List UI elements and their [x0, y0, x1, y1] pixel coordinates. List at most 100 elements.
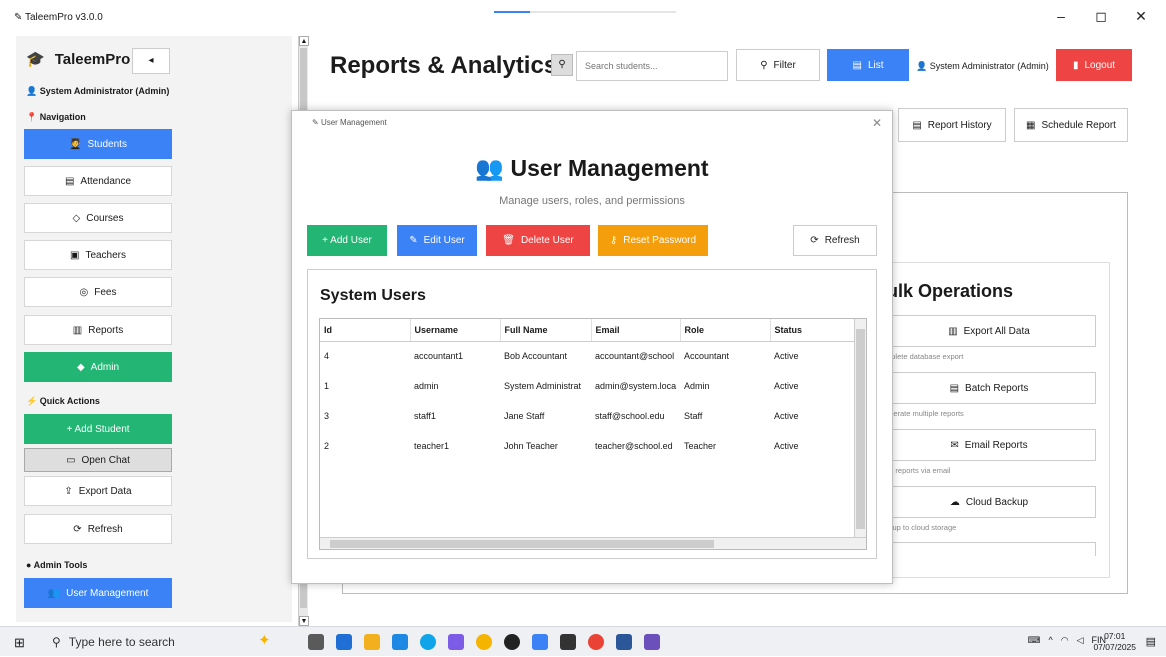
- maximize-button[interactable]: ◻: [1094, 8, 1108, 25]
- windows-start-icon[interactable]: ⊞: [14, 635, 25, 651]
- column-header[interactable]: Full Name: [500, 319, 592, 342]
- list-button[interactable]: ▤ List: [827, 49, 909, 81]
- email-reports-button[interactable]: ✉ Email Reports: [882, 429, 1096, 461]
- edit-user-button[interactable]: ✎ Edit User: [397, 225, 477, 256]
- schedule-report-button[interactable]: ▦ Schedule Report: [1014, 108, 1128, 142]
- users-icon: 👥: [475, 155, 505, 181]
- sidebar-item-teachers[interactable]: ▣ Teachers: [24, 240, 172, 270]
- notifications-icon[interactable]: ▤: [1146, 635, 1156, 648]
- refresh-button[interactable]: ⟳ Refresh: [24, 514, 172, 544]
- filter-button[interactable]: ⚲ Filter: [736, 49, 820, 81]
- pencil-icon: ✎: [409, 235, 418, 246]
- bulk-desc: enerate multiple reports: [885, 409, 964, 418]
- scrollbar-thumb[interactable]: [330, 540, 714, 548]
- batch-reports-button[interactable]: ▤ Batch Reports: [882, 372, 1096, 404]
- sidebar-item-courses[interactable]: ◇ Courses: [24, 203, 172, 233]
- loading-bar: [494, 11, 676, 13]
- word-icon[interactable]: [616, 634, 632, 650]
- scroll-down-arrow[interactable]: ▼: [299, 616, 309, 626]
- column-header[interactable]: Username: [410, 319, 501, 342]
- sidebar-item-reports[interactable]: ▥ Reports: [24, 315, 172, 345]
- clock[interactable]: 07:01 07/07/2025: [1093, 631, 1136, 653]
- vscode-icon[interactable]: [392, 634, 408, 650]
- dialog-window-title: ✎ User Management: [312, 118, 387, 127]
- report-history-button[interactable]: ▤ Report History: [898, 108, 1006, 142]
- open-chat-button[interactable]: ▭ Open Chat: [24, 448, 172, 472]
- dialog-refresh-button[interactable]: ⟳ Refresh: [793, 225, 877, 256]
- dialog-titlebar: ✎ User Management ✕: [292, 111, 892, 133]
- dialog-subtitle: Manage users, roles, and permissions: [499, 195, 685, 207]
- admin-tools-heading: ● Admin Tools: [26, 560, 88, 570]
- store-icon[interactable]: [336, 634, 352, 650]
- chatgpt-icon[interactable]: [504, 634, 520, 650]
- cloud-icon: ☁: [949, 496, 960, 508]
- bulk-button-partial[interactable]: [882, 542, 1096, 556]
- reports-icon: ▥: [72, 324, 83, 336]
- sidebar-user: 👤 System Administrator (Admin): [26, 86, 170, 96]
- visual-studio-icon[interactable]: [448, 634, 464, 650]
- export-all-data-button[interactable]: ▥ Export All Data: [882, 315, 1096, 347]
- edge-icon[interactable]: [420, 634, 436, 650]
- table-row[interactable]: 2 teacher1 John Teacher teacher@school.e…: [320, 431, 854, 461]
- refresh-icon: ⟳: [73, 523, 82, 535]
- sidebar-item-user-management[interactable]: 👥 User Management: [24, 578, 172, 608]
- user-management-dialog: ✎ User Management ✕ 👥 User Management Ma…: [291, 110, 893, 584]
- python-app-icon[interactable]: [644, 634, 660, 650]
- sidebar: 🎓 TaleemPro ◂ 👤 System Administrator (Ad…: [16, 36, 292, 622]
- email-icon: ✉: [950, 439, 959, 451]
- search-icon: ⚲: [551, 54, 573, 76]
- export-icon: ⇪: [64, 485, 73, 497]
- users-table: Id Username Full Name Email Role Status …: [319, 318, 867, 550]
- close-button[interactable]: ✕: [1134, 8, 1148, 25]
- scroll-up-arrow[interactable]: ▲: [299, 36, 309, 46]
- students-icon: 🧑‍🎓: [69, 138, 82, 150]
- column-header[interactable]: Role: [680, 319, 771, 342]
- collapse-sidebar-button[interactable]: ◂: [132, 48, 170, 74]
- column-header[interactable]: Id: [320, 319, 411, 342]
- table-horizontal-scrollbar[interactable]: [320, 537, 866, 549]
- keyboard-icon[interactable]: ⌨: [1027, 635, 1040, 646]
- sidebar-item-fees[interactable]: ◎ Fees: [24, 277, 172, 307]
- add-user-button[interactable]: + Add User: [307, 225, 387, 256]
- quick-actions-heading: ⚡ Quick Actions: [26, 396, 100, 406]
- network-icon[interactable]: ◠: [1061, 635, 1069, 646]
- app-icon[interactable]: [560, 634, 576, 650]
- scrollbar-thumb[interactable]: [856, 329, 865, 529]
- table-row[interactable]: 4 accountant1 Bob Accountant accountant@…: [320, 341, 854, 371]
- table-vertical-scrollbar[interactable]: [854, 319, 866, 539]
- sidebar-item-students[interactable]: 🧑‍🎓 Students: [24, 129, 172, 159]
- nav-heading: 📍 Navigation: [26, 112, 86, 122]
- logout-button[interactable]: ▮ Logout: [1056, 49, 1132, 81]
- copilot-sparkle-icon[interactable]: ✦: [258, 631, 271, 649]
- column-header[interactable]: Email: [591, 319, 681, 342]
- admin-icon: ◆: [76, 361, 85, 373]
- filter-icon: ⚲: [760, 59, 768, 71]
- refresh-icon: ⟳: [810, 235, 819, 246]
- chrome-icon[interactable]: [476, 634, 492, 650]
- file-explorer-icon[interactable]: [364, 634, 380, 650]
- delete-user-button[interactable]: 🗑 Delete User: [486, 225, 590, 256]
- taskbar: ⊞ ⚲ Type here to search ✦ ⌨ ^ ◠ ◁ FIN 07…: [0, 626, 1166, 656]
- sidebar-item-admin[interactable]: ◆ Admin: [24, 352, 172, 382]
- chevron-up-icon[interactable]: ^: [1048, 635, 1052, 646]
- column-header[interactable]: Status: [770, 319, 855, 342]
- reset-password-button[interactable]: ⚷ Reset Password: [598, 225, 708, 256]
- chrome-profile-icon[interactable]: [588, 634, 604, 650]
- taskbar-search[interactable]: ⚲ Type here to search: [44, 627, 244, 657]
- cloud-backup-button[interactable]: ☁ Cloud Backup: [882, 486, 1096, 518]
- volume-icon[interactable]: ◁: [1077, 635, 1084, 646]
- dialog-close-icon[interactable]: ✕: [872, 116, 882, 130]
- search-input[interactable]: [576, 51, 728, 81]
- table-row[interactable]: 3 staff1 Jane Staff staff@school.edu Sta…: [320, 401, 854, 431]
- chat-icon: ▭: [66, 454, 76, 466]
- page-title: Reports & Analytics: [330, 52, 558, 79]
- list-icon: ▤: [852, 59, 862, 71]
- table-row[interactable]: 1 admin System Administrat admin@system.…: [320, 371, 854, 401]
- minimize-button[interactable]: –: [1054, 8, 1068, 25]
- gemini-icon[interactable]: [532, 634, 548, 650]
- add-student-button[interactable]: + Add Student: [24, 414, 172, 444]
- task-view-icon[interactable]: [308, 634, 324, 650]
- search-icon: ⚲: [52, 635, 61, 649]
- export-data-button[interactable]: ⇪ Export Data: [24, 476, 172, 506]
- sidebar-item-attendance[interactable]: ▤ Attendance: [24, 166, 172, 196]
